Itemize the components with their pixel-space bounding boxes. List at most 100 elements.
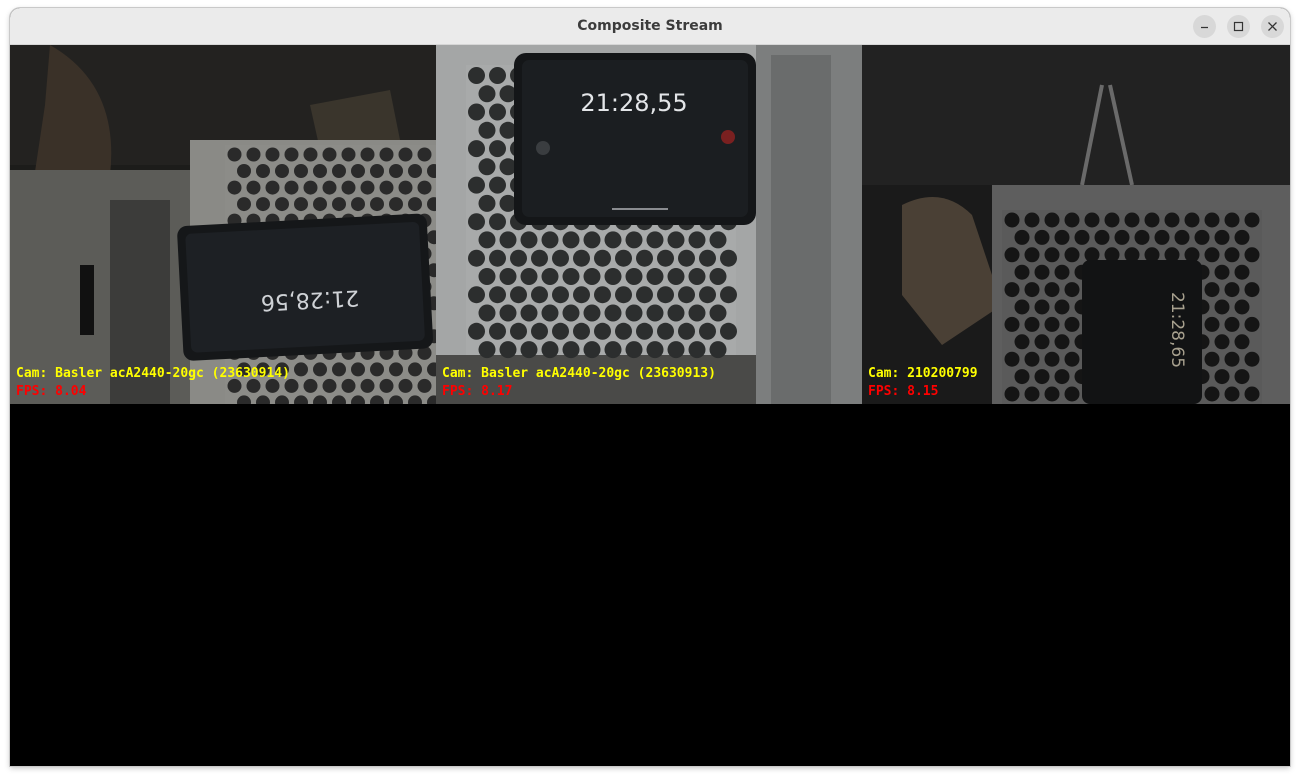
calibration-dot (604, 304, 622, 322)
calibration-dot (417, 378, 432, 393)
calibration-dot (322, 180, 337, 195)
calibration-dot (478, 85, 496, 103)
calibration-dot (1064, 212, 1080, 228)
calibration-dot (1244, 247, 1260, 263)
calibration-dot (1004, 212, 1020, 228)
calibration-dot (1034, 299, 1050, 315)
calibration-dot (1204, 212, 1220, 228)
calibration-dot (332, 362, 346, 377)
calibration-dot (1014, 264, 1030, 280)
calibration-dot (468, 286, 485, 304)
calibration-dot (667, 304, 685, 322)
calibration-dot (541, 231, 559, 249)
calibration-dot (478, 194, 496, 212)
calibration-dot (1224, 351, 1240, 367)
calibration-dot (499, 341, 517, 359)
calibration-dot (322, 147, 337, 162)
calibration-dot (646, 231, 664, 249)
calibration-dot (709, 304, 727, 322)
calibration-dot (227, 180, 242, 195)
calibration-dot (636, 286, 653, 304)
calibration-dot (552, 286, 569, 304)
minimize-button[interactable] (1193, 15, 1216, 38)
calibration-dot (265, 147, 280, 162)
calibration-dot (389, 164, 403, 178)
close-button[interactable] (1261, 15, 1284, 38)
calibration-dot (275, 164, 289, 178)
calibration-dot (1214, 264, 1230, 280)
calibration-dot (468, 249, 485, 267)
camera-name-label: Cam: 210200799 (868, 366, 978, 381)
title-bar[interactable]: Composite Stream (10, 8, 1290, 45)
calibration-dot (468, 103, 485, 121)
calibration-dot (360, 147, 375, 162)
calibration-dot (489, 213, 506, 231)
calibration-dot (720, 249, 737, 267)
calibration-dot (709, 268, 727, 285)
stopwatch-time-3: 21:28,65 (1167, 292, 1187, 368)
calibration-dot (583, 341, 601, 359)
maximize-button[interactable] (1227, 15, 1250, 38)
calibration-dot (351, 362, 365, 377)
calibration-dot (1024, 386, 1040, 402)
calibration-dot (1004, 386, 1020, 402)
calibration-dot (489, 103, 506, 121)
calibration-dot (604, 341, 622, 359)
calibration-dot (1044, 282, 1060, 298)
calibration-dot (1104, 212, 1120, 228)
calibration-dot (398, 378, 413, 393)
calibration-dot (1234, 369, 1250, 385)
calibration-dot (646, 268, 664, 285)
calibration-dot (237, 197, 251, 212)
calibration-dot (667, 341, 685, 359)
calibration-dot (1054, 369, 1070, 385)
calibration-dot (1224, 212, 1240, 228)
calibration-dot (1024, 316, 1040, 332)
calibration-dot (1124, 212, 1140, 228)
camera-feed-3: 21:28,65 (862, 45, 1290, 404)
calibration-dot (699, 249, 716, 267)
calibration-dot (636, 322, 653, 340)
calibration-dot (499, 194, 517, 212)
calibration-dot (468, 140, 485, 158)
calibration-dot (1214, 369, 1230, 385)
calibration-dot (1244, 316, 1260, 332)
calibration-dot (1114, 229, 1130, 245)
camera-tile-2: 21:28,55 Cam: Basler acA2440-20gc (23630… (436, 45, 862, 404)
camera-name-label: Cam: Basler acA2440-20gc (23630913) (442, 366, 716, 381)
calibration-dot (562, 341, 580, 359)
calibration-dot (573, 249, 590, 267)
calibration-dot (322, 378, 337, 393)
calibration-dot (1054, 264, 1070, 280)
calibration-dot (303, 378, 318, 393)
calibration-dot (379, 147, 394, 162)
stopwatch-time-2: 21:28,55 (580, 89, 687, 117)
calibration-dot (541, 268, 559, 285)
calibration-dot (1004, 247, 1020, 263)
calibration-dot (1174, 229, 1190, 245)
calibration-dot (294, 197, 308, 212)
calibration-dot (284, 180, 299, 195)
close-icon (1268, 22, 1277, 31)
calibration-dot (275, 197, 289, 212)
calibration-dot (1024, 351, 1040, 367)
calibration-dot (1014, 299, 1030, 315)
calibration-dot (625, 341, 643, 359)
calibration-dot (1184, 212, 1200, 228)
calibration-dot (408, 197, 422, 212)
camera-tile-1: 21:28,56 Cam: Basler acA2440-20gc (23630… (10, 45, 436, 404)
calibration-dot (294, 362, 308, 377)
calibration-dot (667, 268, 685, 285)
calibration-dot (1064, 351, 1080, 367)
calibration-dot (468, 213, 485, 231)
calibration-dot (489, 140, 506, 158)
calibration-dot (1064, 386, 1080, 402)
calibration-dot (1024, 212, 1040, 228)
calibration-dot (1034, 264, 1050, 280)
composite-canvas: 21:28,56 Cam: Basler acA2440-20gc (23630… (10, 45, 1290, 766)
calibration-dot (594, 286, 611, 304)
calibration-dot (370, 197, 384, 212)
calibration-dot (583, 304, 601, 322)
calibration-dot (489, 286, 506, 304)
calibration-dot (489, 67, 506, 84)
